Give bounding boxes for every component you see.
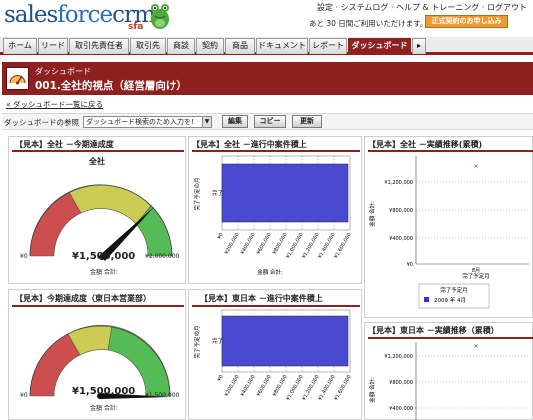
scatter2-y-tick: ¥1,200,000: [384, 354, 413, 360]
scatter2-y-axis-label: 金額 合計:: [368, 377, 376, 403]
bar1-x-tick: ¥1,600,000: [333, 232, 353, 260]
scatter2-title: 【見本】東日本 －実績推移（累積）: [368, 326, 499, 335]
gauge1-min-label: ¥0: [20, 253, 28, 260]
logo-text-1: sales: [4, 2, 58, 28]
dashboard-icon: [6, 67, 29, 90]
gauge2-footer: 金額 合計:: [90, 405, 118, 412]
bar1-x-axis-label: 金額 合計:: [257, 268, 283, 276]
page-title-bar: ダッシュボード 001.全社的視点（経営層向け）: [2, 62, 533, 95]
frog-mascot-icon: [151, 4, 169, 29]
gauge1-max-label: ¥2,000,000: [145, 253, 180, 260]
scatter1-legend-title: 完了予定月: [440, 286, 468, 294]
tab-more[interactable]: ▸: [412, 38, 426, 54]
tab-products[interactable]: 商品: [225, 38, 255, 54]
scatter1-y-tick: ¥800,000: [389, 208, 413, 214]
scatter1-y-tick: ¥400,000: [389, 236, 413, 242]
tab-leads[interactable]: リード: [38, 38, 68, 54]
bar1-category-label: 完了: [212, 189, 223, 197]
scatter1-legend-entry: 2009 年 4月: [434, 296, 466, 304]
gauge2-title: 【見本】今期達成度（東日本営業部）: [15, 294, 151, 303]
bar2-y-axis-label: 完了予定の月: [193, 325, 201, 358]
refresh-button[interactable]: 更新: [292, 115, 322, 128]
app-header: salesforcecrm sfa 設定 · システムログ · ヘルプ & トレ…: [0, 0, 533, 36]
scatter1-x-axis-label: 完了予定月: [462, 272, 490, 280]
bar1-title-line: [192, 150, 360, 152]
edit-button[interactable]: 編集: [222, 115, 248, 128]
trial-message: あと 30 日間ご利用いただけます。: [309, 19, 428, 28]
logo-sfa-text: sfa: [128, 22, 144, 32]
bar1-x-tick: ¥0: [216, 232, 224, 241]
bar1-chart: 完了予定の月 完了 ¥0 ¥200,000 ¥400,000 ¥600,000 …: [193, 155, 353, 276]
bar2-title: 【見本】東日本 －進行中案件積上: [200, 294, 323, 303]
bar2-x-tick: ¥400,000: [240, 374, 257, 398]
bar2-category-label: 完了: [212, 337, 223, 345]
tab-contacts[interactable]: 取引先責任者: [69, 38, 129, 54]
bar1-x-tick: ¥400,000: [240, 232, 257, 256]
tab-accounts[interactable]: 取引先: [130, 38, 166, 54]
gauge2-title-line: [12, 305, 184, 307]
copy-button[interactable]: コピー: [254, 115, 286, 128]
bar2-x-tick: ¥200,000: [224, 374, 241, 398]
bar1-bar: [221, 163, 349, 223]
scatter1-title-line: [368, 150, 533, 152]
gauge2-max-label: ¥1,500,000: [145, 392, 180, 399]
tab-contracts[interactable]: 契約: [196, 38, 224, 54]
bar1-x-tick: ¥200,000: [224, 232, 241, 256]
scatter1-chart: ¥1,200,000 ¥800,000 ¥400,000 ¥0 金額 合計: ×…: [368, 156, 529, 309]
tab-opportunities[interactable]: 商談: [167, 38, 195, 54]
bar1-x-tick: ¥800,000: [272, 232, 289, 256]
scatter2-y-tick: ¥400,000: [389, 406, 413, 412]
scatter1-y-tick: ¥1,200,000: [384, 180, 413, 186]
scatter2-title-line: [368, 337, 533, 339]
dashboard-search-input[interactable]: ダッシュボード検索のため入力を!: [83, 116, 211, 128]
dashboard-toolbar: ダッシュボードの参照 ダッシュボード検索のため入力を! ▼ 編集 コピー 更新: [2, 113, 533, 130]
scatter1-legend-swatch: [424, 297, 429, 302]
dropdown-arrow-icon[interactable]: ▼: [202, 116, 212, 128]
bar2-x-tick: ¥1,600,000: [333, 374, 353, 402]
tab-documents[interactable]: ドキュメント: [256, 38, 308, 54]
scatter1-y-axis-label: 金額 合計:: [368, 201, 376, 227]
bar2-title-line: [192, 305, 360, 307]
gauge1-title: 【見本】全社 －今期達成度: [15, 140, 114, 149]
scatter1-title: 【見本】全社 －実績推移(累積): [368, 140, 483, 149]
tab-dashboards[interactable]: ダッシュボード: [348, 38, 411, 54]
bar2-x-tick: ¥600,000: [256, 374, 273, 398]
tab-reports[interactable]: レポート: [309, 38, 347, 54]
back-to-dashboards-link[interactable]: « ダッシュボード一覧に戻る: [6, 99, 103, 110]
upgrade-button[interactable]: 正式契約のお申し込み: [425, 15, 508, 28]
logo-text-2: force: [57, 2, 113, 28]
top-links[interactable]: 設定 · システムログ · ヘルプ & トレーニング · ログアウト: [317, 2, 527, 13]
tab-home[interactable]: ホーム: [3, 38, 37, 54]
bar1-x-tick: ¥600,000: [256, 232, 273, 256]
page-title-small: ダッシュボード: [35, 67, 91, 76]
gauge1-value: ¥1,500,000: [72, 251, 136, 262]
bar1-y-axis-label: 完了予定の月: [193, 177, 201, 210]
bar2-chart: 完了予定の月 完了 ¥0 ¥200,000 ¥400,000 ¥600,000 …: [193, 309, 353, 402]
scatter2-chart: ¥1,200,000 ¥800,000 ¥400,000 金額 合計: ×: [368, 342, 529, 420]
scatter1-point: ×: [473, 163, 478, 170]
bar2-x-tick: ¥800,000: [272, 374, 289, 398]
scatter2-point: ×: [473, 343, 478, 350]
gauge2-value: ¥1,500,000: [72, 386, 136, 397]
gauge1-yellow-segment: [68, 184, 152, 225]
tab-bar: ホーム リード 取引先責任者 取引先 商談 契約 商品 ドキュメント レポート …: [0, 37, 533, 55]
bar1-title: 【見本】全社 －進行中案件積上: [192, 140, 307, 149]
gauge2-min-label: ¥0: [20, 392, 28, 399]
scatter2-y-tick: ¥800,000: [389, 380, 413, 386]
scatter1-y-tick: ¥0: [407, 262, 413, 268]
gauge1-footer: 金額 合計:: [90, 269, 118, 276]
bar2-x-tick: ¥0: [216, 374, 224, 383]
page-title: 001.全社的視点（経営層向け）: [35, 80, 187, 92]
bar2-bar: [221, 315, 349, 367]
dashboard-ref-label: ダッシュボードの参照: [4, 118, 79, 127]
gauge1-title-line: [12, 150, 184, 152]
